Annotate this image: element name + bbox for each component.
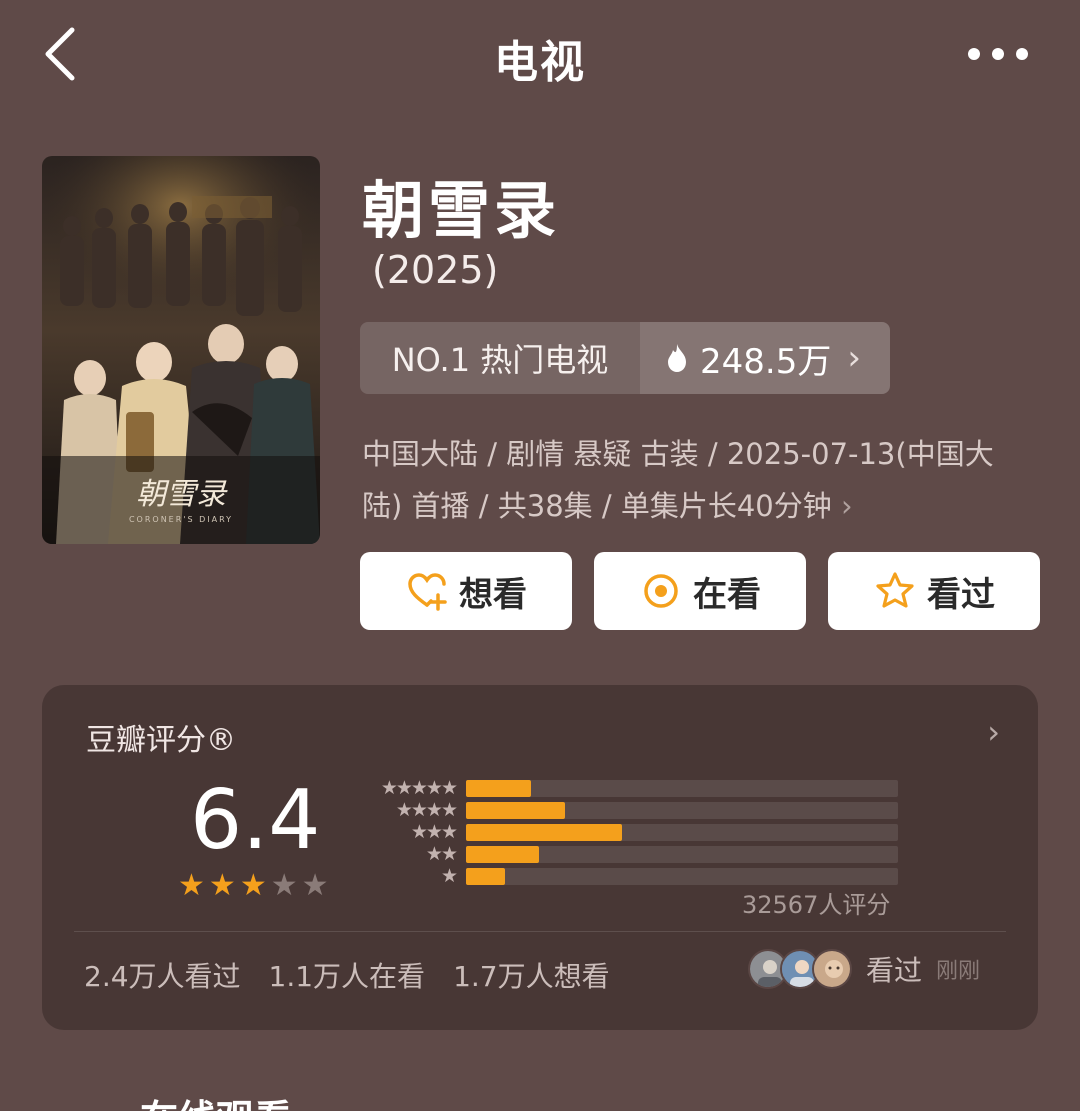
watched-count: 2.4万人看过 <box>84 960 241 993</box>
rating-label: 豆瓣评分® <box>86 723 236 758</box>
rating-bar-row: ★★ <box>352 843 912 865</box>
chevron-right-icon: › <box>847 338 861 378</box>
heat-value: 248.5万 <box>700 341 832 382</box>
online-watch-section-title: 在线观看 <box>140 1088 292 1111</box>
bar-track <box>466 823 898 841</box>
bar-star-label: ★ <box>440 865 458 887</box>
poster-title-text: 朝雪录 <box>136 477 228 512</box>
bar-star-label: ★★★★ <box>395 799 458 821</box>
dot-icon <box>968 48 980 60</box>
bar-track <box>466 779 898 797</box>
rating-stars: ★ ★ ★ ★ ★ <box>178 871 329 901</box>
star-empty-icon: ★ <box>301 868 329 903</box>
show-title: 朝雪录 <box>362 174 561 247</box>
star-filled-icon: ★ <box>239 868 267 903</box>
action-buttons: 想看 在看 看过 <box>360 552 1040 630</box>
rating-distribution: ★★★★★ ★★★★ ★★★ ★★ ★ <box>352 777 912 887</box>
heart-plus-icon <box>408 573 447 611</box>
bar-fill <box>466 845 540 863</box>
show-meta[interactable]: 中国大陆 / 剧情 悬疑 古装 / 2025-07-13(中国大 陆) 首播 /… <box>362 428 1042 532</box>
want-count: 1.7万人想看 <box>453 960 610 993</box>
bar-fill <box>466 823 622 841</box>
avatar <box>812 949 852 989</box>
poster-image: 朝雪录 CORONER'S DIARY <box>42 156 320 544</box>
rating-bar-row: ★ <box>352 865 912 887</box>
watching-label: 在看 <box>693 574 761 615</box>
bar-star-label: ★★★ <box>410 821 458 843</box>
bar-star-label: ★★ <box>425 843 458 865</box>
star-filled-icon: ★ <box>178 868 205 903</box>
friends-watched-label: 看过 <box>866 954 923 987</box>
rating-bar-row: ★★★★ <box>352 799 912 821</box>
target-icon <box>644 574 678 608</box>
want-to-watch-button[interactable]: 想看 <box>360 552 572 630</box>
flame-icon <box>668 344 686 372</box>
bar-track <box>466 845 898 863</box>
rating-count: 32567人评分 <box>742 891 891 919</box>
bar-track <box>466 867 898 885</box>
bar-fill <box>466 867 505 885</box>
page-title: 电视 <box>494 37 586 88</box>
rating-bar-row: ★★★ <box>352 821 912 843</box>
bar-fill <box>466 801 566 819</box>
bar-track <box>466 801 898 819</box>
more-options-button[interactable] <box>968 44 1028 64</box>
friends-time: 刚刚 <box>936 959 981 984</box>
ranking-badge[interactable]: NO.1 热门电视 248.5万 › <box>360 322 890 394</box>
show-year: (2025) <box>372 248 499 292</box>
bar-star-label: ★★★★★ <box>380 777 458 799</box>
watch-stats: 2.4万人看过 1.1万人在看 1.7万人想看 <box>84 955 610 995</box>
show-poster[interactable]: 朝雪录 CORONER'S DIARY <box>42 156 320 544</box>
friend-activity[interactable]: 看过 刚刚 <box>748 949 980 989</box>
star-icon <box>876 572 914 608</box>
watching-count: 1.1万人在看 <box>268 960 426 993</box>
star-filled-icon: ★ <box>208 868 236 903</box>
meta-line-2: 陆) 首播 / 共38集 / 单集片长40分钟 <box>362 489 832 523</box>
dot-icon <box>1016 48 1028 60</box>
rating-card[interactable]: 豆瓣评分® › 6.4 ★ ★ ★ ★ ★ ★★★★★ ★★★★ ★★★ ★★ ★ 32567人… <box>42 685 1038 1030</box>
page: 电视 朝雪录 CORONER'S DIARY 朝雪录 (2025) NO.1 热… <box>0 0 1080 1111</box>
chevron-right-icon[interactable]: › <box>987 713 1000 751</box>
watched-label: 看过 <box>927 574 995 615</box>
rank-label: NO.1 热门电视 <box>360 322 640 394</box>
poster-subtitle-text: CORONER'S DIARY <box>129 515 233 524</box>
bar-fill <box>466 779 531 797</box>
watched-button[interactable]: 看过 <box>828 552 1040 630</box>
dot-icon <box>992 48 1004 60</box>
star-empty-icon: ★ <box>270 868 298 903</box>
divider <box>74 931 1006 932</box>
want-to-watch-label: 想看 <box>459 574 527 615</box>
rating-score: 6.4 <box>190 773 321 868</box>
heat-indicator: 248.5万 › <box>640 322 890 394</box>
watching-button[interactable]: 在看 <box>594 552 806 630</box>
meta-line-1: 中国大陆 / 剧情 悬疑 古装 / 2025-07-13(中国大 <box>362 437 994 471</box>
rating-bar-row: ★★★★★ <box>352 777 912 799</box>
chevron-right-icon: › <box>840 489 853 523</box>
